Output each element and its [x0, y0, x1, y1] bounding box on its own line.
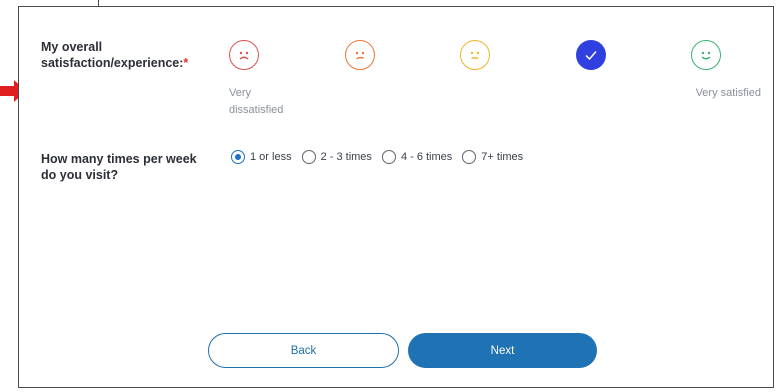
back-button[interactable]: Back	[208, 333, 399, 368]
checkmark-icon[interactable]	[576, 40, 606, 70]
radio-option-2-3-times[interactable]: 2 - 3 times	[301, 150, 372, 164]
visits-radio-group: 1 or less 2 - 3 times 4 - 6 times 7+ tim…	[231, 150, 533, 164]
next-button[interactable]: Next	[408, 333, 597, 368]
satisfaction-question-text: My overall satisfaction/experience:	[41, 40, 184, 70]
very-satisfied-face-icon[interactable]	[691, 40, 721, 70]
radio-label: 2 - 3 times	[320, 151, 372, 163]
radio-option-1-or-less[interactable]: 1 or less	[231, 150, 292, 164]
radio-option-7-plus-times[interactable]: 7+ times	[462, 150, 523, 164]
radio-button[interactable]	[462, 150, 477, 164]
satisfaction-question-label: My overall satisfaction/experience:*	[41, 39, 191, 71]
radio-button[interactable]	[381, 150, 396, 164]
radio-label: 1 or less	[250, 151, 292, 163]
scale-low-label: Very dissatisfied	[229, 87, 284, 116]
neutral-face-icon[interactable]	[460, 40, 490, 70]
survey-panel: My overall satisfaction/experience:* Ver…	[18, 6, 774, 388]
radio-button[interactable]	[301, 150, 316, 164]
radio-option-4-6-times[interactable]: 4 - 6 times	[381, 150, 453, 164]
radio-label: 4 - 6 times	[400, 151, 453, 163]
radio-label: 7+ times	[481, 151, 524, 163]
radio-button[interactable]	[231, 150, 245, 164]
dissatisfied-face-icon[interactable]	[345, 40, 375, 70]
scale-high-label: Very satisfied	[695, 87, 761, 99]
very-dissatisfied-face-icon[interactable]	[229, 40, 259, 70]
visits-question-label: How many times per week do you visit?	[41, 152, 197, 182]
required-asterisk: *	[183, 56, 189, 70]
